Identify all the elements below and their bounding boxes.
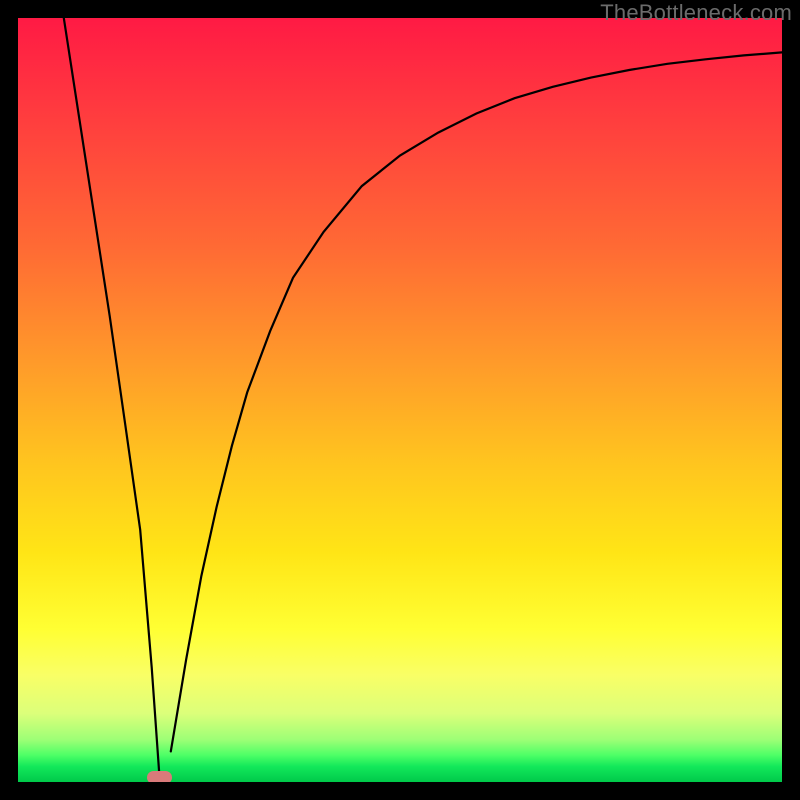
curve-left-segment	[64, 18, 160, 774]
bottleneck-curve	[18, 18, 782, 782]
curve-right-segment	[171, 52, 782, 751]
optimum-marker	[147, 771, 171, 782]
watermark-text: TheBottleneck.com	[600, 0, 792, 26]
plot-area	[18, 18, 782, 782]
chart-frame: TheBottleneck.com	[0, 0, 800, 800]
